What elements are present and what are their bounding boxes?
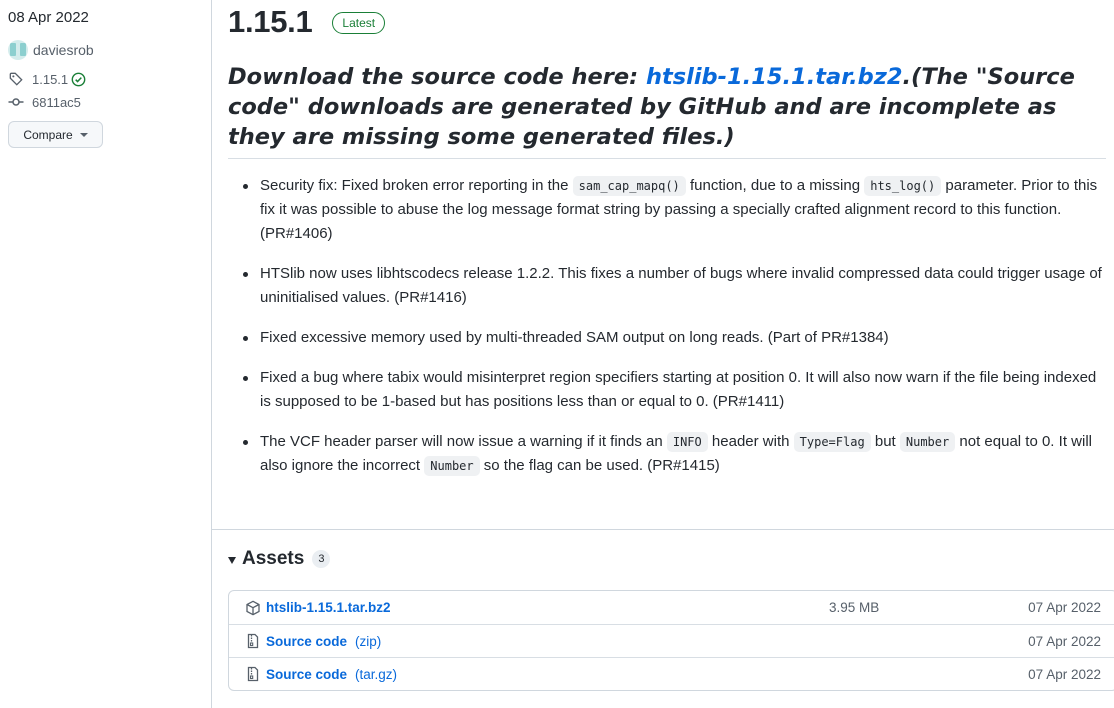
- chevron-down-icon: [79, 132, 88, 137]
- verified-check-icon[interactable]: [71, 72, 86, 87]
- asset-kind[interactable]: (zip): [355, 634, 381, 649]
- commit-sha[interactable]: 6811ac5: [32, 95, 81, 110]
- assets-count: 3: [312, 550, 331, 568]
- assets-list: htslib-1.15.1.tar.bz2 3.95 MB 07 Apr 202…: [228, 590, 1114, 691]
- note-text: Fixed a bug where tabix would misinterpr…: [260, 369, 1097, 410]
- asset-row: htslib-1.15.1.tar.bz2 3.95 MB 07 Apr 202…: [229, 591, 1114, 624]
- note-text: header with: [707, 433, 794, 450]
- asset-date: 07 Apr 2022: [1028, 600, 1101, 615]
- inline-code: Number: [899, 432, 956, 452]
- list-item: HTSlib now uses libhtscodecs release 1.2…: [243, 262, 1108, 310]
- release-title-row: 1.15.1 Latest: [228, 4, 386, 40]
- asset-row: Source code (zip) 07 Apr 2022: [229, 624, 1114, 657]
- list-item: Security fix: Fixed broken error reporti…: [243, 174, 1108, 246]
- inline-code: Type=Flag: [793, 432, 871, 452]
- asset-link[interactable]: Source code: [266, 634, 347, 649]
- tag-name[interactable]: 1.15.1: [32, 72, 68, 87]
- list-item: Fixed a bug where tabix would misinterpr…: [243, 366, 1108, 414]
- latest-badge: Latest: [332, 12, 386, 34]
- asset-date: 07 Apr 2022: [1028, 666, 1101, 682]
- assets-title: Assets: [242, 548, 305, 569]
- note-text: The VCF header parser will now issue a w…: [260, 433, 667, 450]
- note-text: Fixed excessive memory used by multi-thr…: [260, 329, 889, 346]
- divider: [212, 529, 1114, 530]
- inline-code: hts_log(): [864, 176, 942, 196]
- note-text: function, due to a missing: [685, 177, 865, 194]
- asset-date: 07 Apr 2022: [1028, 633, 1101, 649]
- release-headline: Download the source code here: htslib-1.…: [228, 62, 1106, 159]
- inline-code: sam_cap_mapq(): [572, 176, 686, 196]
- asset-size: 3.95 MB: [829, 600, 880, 615]
- release-tag[interactable]: 1.15.1: [8, 71, 86, 87]
- list-item: Fixed excessive memory used by multi-thr…: [243, 326, 1108, 350]
- tag-icon: [8, 71, 24, 87]
- git-commit-icon: [8, 94, 24, 110]
- note-text: so the flag can be used. (PR#1415): [479, 457, 720, 474]
- headline-prefix: Download the source code here:: [228, 64, 646, 90]
- download-link[interactable]: htslib-1.15.1.tar.bz2: [646, 64, 903, 90]
- author-name[interactable]: daviesrob: [33, 42, 94, 58]
- list-item: The VCF header parser will now issue a w…: [243, 430, 1108, 478]
- asset-row: Source code (tar.gz) 07 Apr 2022: [229, 657, 1114, 690]
- compare-label: Compare: [23, 127, 73, 142]
- asset-link[interactable]: htslib-1.15.1.tar.bz2: [266, 600, 391, 615]
- asset-kind[interactable]: (tar.gz): [355, 667, 397, 682]
- assets-toggle[interactable]: Assets 3: [228, 548, 331, 570]
- package-icon: [245, 600, 261, 616]
- release-commit[interactable]: 6811ac5: [8, 94, 81, 110]
- inline-code: INFO: [666, 432, 708, 452]
- note-text: Security fix: Fixed broken error reporti…: [260, 177, 573, 194]
- release-version[interactable]: 1.15.1: [228, 4, 313, 40]
- compare-button[interactable]: Compare: [8, 121, 103, 148]
- inline-code: Number: [424, 456, 480, 476]
- release-notes: Security fix: Fixed broken error reporti…: [228, 174, 1108, 494]
- release-author[interactable]: daviesrob: [8, 40, 94, 60]
- note-text: HTSlib now uses libhtscodecs release 1.2…: [260, 265, 1102, 306]
- avatar[interactable]: [8, 40, 28, 60]
- release-card: 1.15.1 Latest Download the source code h…: [211, 0, 1114, 708]
- file-zip-icon: [245, 633, 261, 649]
- note-text: but: [870, 433, 900, 450]
- asset-link[interactable]: Source code: [266, 667, 347, 682]
- release-date: 08 Apr 2022: [8, 9, 89, 26]
- triangle-down-icon: [228, 556, 236, 564]
- file-zip-icon: [245, 666, 261, 682]
